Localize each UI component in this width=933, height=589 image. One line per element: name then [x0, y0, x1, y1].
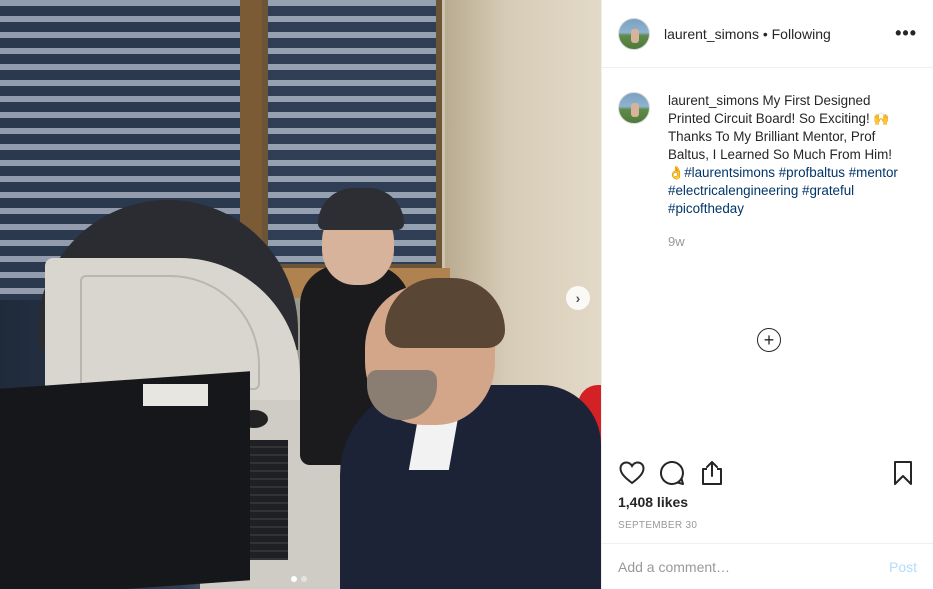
hashtag-link[interactable]: #mentor: [849, 165, 898, 180]
next-image-arrow-icon[interactable]: ›: [566, 286, 590, 310]
hashtag-link[interactable]: #electricalengineering: [668, 183, 798, 198]
post-date[interactable]: September 30: [618, 520, 697, 531]
hashtag-link[interactable]: #picoftheday: [668, 201, 744, 216]
computer-monitor: [0, 371, 250, 589]
post-image[interactable]: ›: [0, 0, 601, 589]
raised-hands-emoji: 🙌: [873, 111, 890, 126]
header-user-line: laurent_simons • Following: [664, 26, 831, 42]
man-figure: [340, 385, 601, 589]
avatar[interactable]: [618, 17, 650, 50]
hashtag-link[interactable]: #laurentsimons: [684, 165, 775, 180]
comment-box: Post: [602, 543, 933, 589]
caption-body-2: Thanks To My Brilliant Mentor, Prof Balt…: [668, 129, 893, 162]
caption-area: laurent_simons My First Designed Printed…: [602, 68, 933, 458]
bookmark-icon[interactable]: [889, 459, 917, 487]
separator-dot: •: [758, 25, 772, 42]
action-bar: [618, 458, 917, 488]
caption-text: laurent_simons My First Designed Printed…: [668, 92, 908, 218]
username-link[interactable]: laurent_simons: [664, 26, 759, 42]
post-comment-button[interactable]: Post: [889, 559, 917, 575]
hashtag-link[interactable]: #profbaltus: [779, 165, 845, 180]
post-details-panel: laurent_simons • Following ••• laurent_s…: [601, 0, 933, 589]
comment-icon[interactable]: [658, 459, 686, 487]
following-button[interactable]: Following: [772, 26, 831, 42]
hashtag-link[interactable]: #grateful: [802, 183, 854, 198]
carousel-dot-active: [291, 576, 297, 582]
ok-hand-emoji: 👌: [668, 165, 685, 180]
caption-time-ago[interactable]: 9w: [668, 234, 917, 249]
monitor-sticker: [143, 384, 208, 406]
carousel-dots: [291, 576, 307, 582]
comment-input[interactable]: [618, 558, 889, 575]
carousel-dot: [301, 576, 307, 582]
more-options-icon[interactable]: •••: [895, 23, 917, 44]
likes-count[interactable]: 1,408 likes: [618, 494, 688, 510]
post-header: laurent_simons • Following •••: [602, 0, 933, 68]
load-more-comments-icon[interactable]: +: [757, 328, 781, 352]
caption-row: laurent_simons My First Designed Printed…: [618, 92, 917, 218]
heart-icon[interactable]: [618, 459, 646, 487]
caption-username-link[interactable]: laurent_simons: [668, 93, 759, 108]
share-icon[interactable]: [698, 459, 726, 487]
caption-avatar[interactable]: [618, 92, 650, 124]
